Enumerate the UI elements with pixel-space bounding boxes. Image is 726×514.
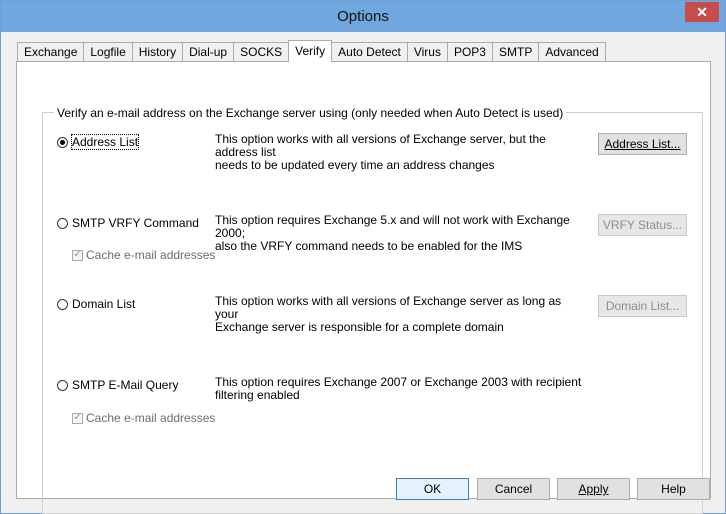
radio-smtp-vrfy-label: SMTP VRFY Command [72,216,199,230]
radio-domain-list-label: Domain List [72,297,136,311]
smtp-vrfy-description: This option requires Exchange 5.x and wi… [215,213,570,253]
radio-selected-icon [57,136,68,148]
tab-strip: Exchange Logfile History Dial-up SOCKS V… [17,40,606,62]
query-cache-checkbox[interactable]: ✓ Cache e-mail addresses [72,411,215,425]
tab-socks[interactable]: SOCKS [233,42,290,61]
radio-unselected-icon [57,217,68,229]
query-cache-label: Cache e-mail addresses [86,411,216,425]
checkbox-checked-icon: ✓ [72,412,83,424]
close-icon: ✕ [696,3,708,20]
groupbox-label: Verify an e-mail address on the Exchange… [54,106,567,120]
smtp-query-description: This option requires Exchange 2007 or Ex… [215,375,582,402]
tab-history[interactable]: History [131,42,184,61]
verify-panel: Verify an e-mail address on the Exchange… [16,61,711,514]
vrfy-cache-checkbox[interactable]: ✓ Cache e-mail addresses [72,248,215,262]
radio-smtp-vrfy[interactable]: SMTP VRFY Command [57,216,199,230]
close-button[interactable]: ✕ [685,2,719,22]
window-title: Options [337,8,389,25]
address-list-description: This option works with all versions of E… [215,132,546,172]
radio-address-list[interactable]: Address List [57,134,140,150]
radio-smtp-query[interactable]: SMTP E-Mail Query [57,378,178,392]
tab-virus[interactable]: Virus [406,42,448,61]
radio-smtp-query-label: SMTP E-Mail Query [72,378,179,392]
domain-list-button[interactable]: Domain List... [598,295,687,317]
tab-dial-up[interactable]: Dial-up [182,42,235,61]
domain-list-description: This option works with all versions of E… [215,294,562,334]
radio-unselected-icon [57,298,68,310]
apply-button[interactable]: Apply [557,478,630,500]
tab-auto-detect[interactable]: Auto Detect [331,42,408,61]
tab-advanced[interactable]: Advanced [538,42,606,61]
checkbox-checked-icon: ✓ [72,249,83,261]
vrfy-cache-label: Cache e-mail addresses [86,248,216,262]
tab-smtp[interactable]: SMTP [491,42,540,61]
options-window: Options ✕ Exchange Logfile History Dial-… [0,0,726,514]
radio-address-list-label: Address List [70,134,140,150]
cancel-button[interactable]: Cancel [477,478,550,500]
radio-domain-list[interactable]: Domain List [57,297,135,311]
address-list-button[interactable]: Address List... [598,133,687,155]
tab-verify[interactable]: Verify [288,40,333,62]
vrfy-status-button[interactable]: VRFY Status... [598,214,687,236]
help-button[interactable]: Help [637,478,710,500]
radio-unselected-icon [57,379,68,391]
tab-logfile[interactable]: Logfile [83,42,133,61]
ok-button[interactable]: OK [396,478,469,500]
tab-exchange[interactable]: Exchange [17,42,85,61]
client-area: Exchange Logfile History Dial-up SOCKS V… [8,32,718,514]
title-bar: Options ✕ [1,1,725,32]
tab-pop3[interactable]: POP3 [446,42,493,61]
